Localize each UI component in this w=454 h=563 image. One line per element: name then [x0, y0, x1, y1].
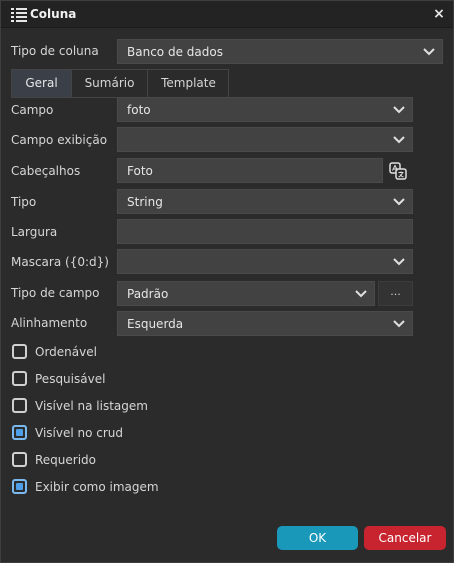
- column-type-label: Tipo de coluna: [11, 44, 99, 58]
- tipo-campo-value: Padrão: [127, 287, 169, 301]
- exibir-imagem-label[interactable]: Exibir como imagem: [35, 480, 159, 494]
- title-bar[interactable]: Coluna ×: [1, 1, 453, 28]
- largura-label: Largura: [11, 225, 58, 239]
- tab-sumario[interactable]: Sumário: [72, 70, 148, 98]
- column-type-select[interactable]: Banco de dados: [117, 39, 443, 64]
- dialog-title: Coluna: [30, 7, 77, 21]
- campo-exibicao-label: Campo exibição: [11, 133, 108, 147]
- column-type-value: Banco de dados: [127, 45, 223, 59]
- pesquisavel-checkbox[interactable]: [12, 371, 27, 386]
- campo-exibicao-select[interactable]: [117, 127, 413, 152]
- exibir-imagem-checkbox[interactable]: [12, 479, 27, 494]
- mascara-select[interactable]: [117, 249, 413, 274]
- requerido-checkbox[interactable]: [12, 452, 27, 467]
- visivel-crud-checkbox[interactable]: [12, 425, 27, 440]
- cabecalhos-input[interactable]: Foto: [117, 158, 383, 183]
- ordenavel-checkbox[interactable]: [12, 344, 27, 359]
- campo-select[interactable]: foto: [117, 97, 413, 122]
- tab-template[interactable]: Template: [148, 70, 229, 98]
- chevron-down-icon: [393, 258, 405, 266]
- tipo-value: String: [127, 195, 163, 209]
- translate-icon[interactable]: [389, 162, 407, 180]
- visivel-crud-label[interactable]: Visível no crud: [35, 426, 123, 440]
- tipo-label: Tipo: [11, 195, 37, 209]
- tipo-campo-options-button[interactable]: ...: [378, 281, 413, 306]
- alinhamento-label: Alinhamento: [11, 316, 88, 330]
- alinhamento-select[interactable]: Esquerda: [117, 311, 413, 336]
- tipo-campo-label: Tipo de campo: [11, 286, 100, 300]
- requerido-label[interactable]: Requerido: [35, 453, 96, 467]
- alinhamento-value: Esquerda: [127, 317, 184, 331]
- chevron-down-icon: [393, 106, 405, 114]
- ok-button[interactable]: OK: [277, 526, 358, 550]
- tab-geral[interactable]: Geral: [12, 70, 72, 98]
- tipo-select[interactable]: String: [117, 189, 413, 214]
- ordenavel-label[interactable]: Ordenável: [35, 345, 97, 359]
- tab-bar: Geral Sumário Template: [11, 69, 229, 98]
- table-columns-icon: [11, 8, 27, 22]
- close-icon[interactable]: ×: [431, 5, 447, 23]
- largura-input[interactable]: [117, 219, 413, 244]
- campo-label: Campo: [11, 103, 54, 117]
- mascara-label: Mascara ({0:d}): [11, 255, 109, 269]
- visivel-listagem-checkbox[interactable]: [12, 398, 27, 413]
- chevron-down-icon: [393, 320, 405, 328]
- chevron-down-icon: [393, 198, 405, 206]
- cancel-button[interactable]: Cancelar: [364, 526, 446, 550]
- chevron-down-icon: [423, 48, 435, 56]
- campo-value: foto: [127, 103, 151, 117]
- chevron-down-icon: [355, 290, 367, 298]
- cabecalhos-label: Cabeçalhos: [11, 164, 81, 178]
- visivel-listagem-label[interactable]: Visível na listagem: [35, 399, 148, 413]
- column-dialog: Coluna × Tipo de coluna Banco de dados G…: [0, 0, 454, 563]
- tipo-campo-select[interactable]: Padrão: [117, 281, 375, 306]
- chevron-down-icon: [393, 136, 405, 144]
- pesquisavel-label[interactable]: Pesquisável: [35, 372, 105, 386]
- cabecalhos-value: Foto: [127, 164, 153, 178]
